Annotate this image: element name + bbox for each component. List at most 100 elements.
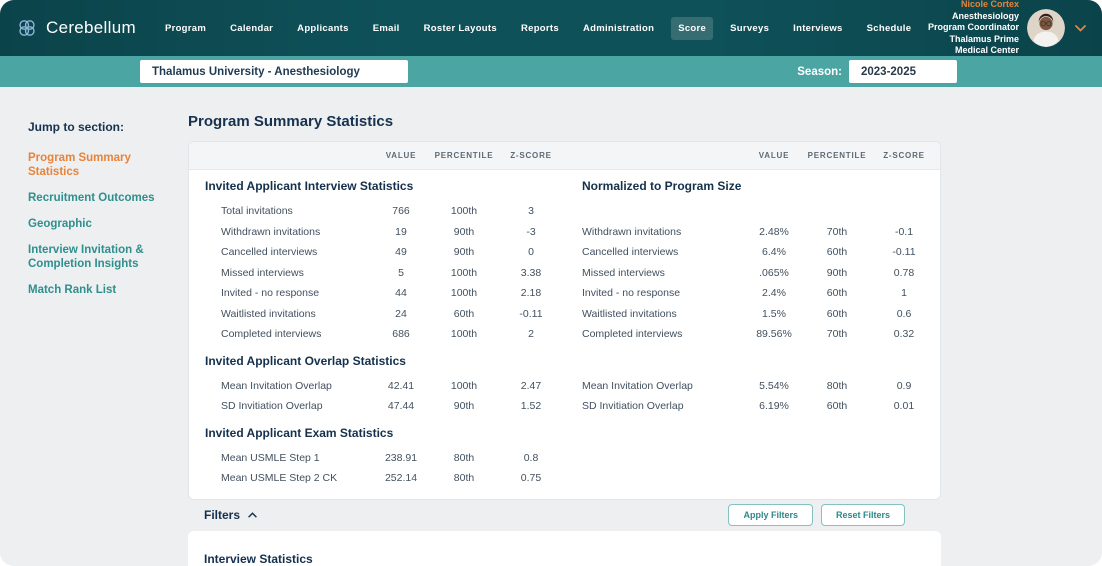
chevron-up-icon [248,512,257,518]
sidebar-item-program-summary-statistics[interactable]: Program Summary Statistics [28,151,178,179]
filters-toggle[interactable]: Filters [204,508,257,522]
column-header-percentile: PERCENTILE [806,151,868,160]
stat-zscore: 0.8 [495,452,567,464]
stat-percentile: 80th [433,452,495,464]
app-window: Cerebellum Program Calendar Applicants E… [0,0,1102,566]
nav-item-interviews[interactable]: Interviews [786,17,849,40]
stat-percentile: 60th [433,308,495,320]
stat-row: SD Invitiation Overlap 6.19% 60th 0.01 [567,396,940,417]
column-header-percentile: PERCENTILE [433,151,495,160]
stat-value: 1.5% [742,308,806,320]
filters-bar: Filters Apply Filters Reset Filters [188,502,941,529]
stat-percentile: 100th [433,287,495,299]
brand-home-link[interactable]: Cerebellum [16,17,136,39]
body-area: Jump to section: Program Summary Statist… [0,87,1102,566]
stat-value: 6.4% [742,246,806,258]
stat-label: Mean Invitation Overlap [567,380,742,392]
stat-percentile: 100th [433,380,495,392]
sidebar-links: Program Summary Statistics Recruitment O… [28,151,188,297]
apply-filters-button[interactable]: Apply Filters [728,504,813,526]
stat-row: SD Invitiation Overlap 47.44 90th 1.52 [189,396,567,417]
nav-item-applicants[interactable]: Applicants [290,17,356,40]
stat-row: Missed interviews .065% 90th 0.78 [567,263,940,284]
stat-label: Total invitations [189,205,369,217]
sidebar: Jump to section: Program Summary Statist… [0,87,188,566]
stat-zscore: 1 [868,287,940,299]
stat-label: Cancelled interviews [567,246,742,258]
stat-value: 238.91 [369,452,433,464]
stat-value: 5 [369,267,433,279]
stat-zscore: 0.75 [495,472,567,484]
stat-percentile: 90th [433,400,495,412]
stat-label: Withdrawn invitations [567,226,742,238]
stat-label: Waitlisted invitations [189,308,369,320]
stat-row: Completed interviews 686 100th 2 [189,324,567,345]
sidebar-item-interview-invitation-completion-insights[interactable]: Interview Invitation & Completion Insigh… [28,243,178,271]
stat-row: Mean Invitation Overlap 5.54% 80th 0.9 [567,376,940,397]
stat-zscore: 2 [495,328,567,340]
nav-item-program[interactable]: Program [158,17,213,40]
stat-row: Cancelled interviews 6.4% 60th -0.11 [567,242,940,263]
stat-zscore: 2.47 [495,380,567,392]
user-block: Nicole Cortex Anesthesiology Program Coo… [918,0,1086,57]
nav-item-surveys[interactable]: Surveys [723,17,776,40]
stat-value: 686 [369,328,433,340]
nav-item-reports[interactable]: Reports [514,17,566,40]
stat-percentile: 90th [433,246,495,258]
user-name: Nicole Cortex [918,0,1019,11]
sidebar-item-match-rank-list[interactable]: Match Rank List [28,283,178,297]
stat-row: Waitlisted invitations 1.5% 60th 0.6 [567,304,940,325]
stat-value: 24 [369,308,433,320]
user-role: Program Coordinator [918,22,1019,34]
stat-row: Missed interviews 5 100th 3.38 [189,263,567,284]
nav-item-calendar[interactable]: Calendar [223,17,280,40]
stat-row: Mean Invitation Overlap 42.41 100th 2.47 [189,376,567,397]
user-organization: Thalamus Prime Medical Center [918,34,1019,57]
stat-row: Cancelled interviews 49 90th 0 [189,242,567,263]
stat-row: Withdrawn invitations 2.48% 70th -0.1 [567,222,940,243]
stats-right-column: Normalized to Program Size Withdrawn inv… [567,170,940,489]
stat-percentile: 60th [806,308,868,320]
title-spacer [567,345,940,376]
nav-item-email[interactable]: Email [366,17,407,40]
stat-zscore: -3 [495,226,567,238]
nav-item-score[interactable]: Score [671,17,713,40]
stat-label: Cancelled interviews [189,246,369,258]
stat-value: .065% [742,267,806,279]
stat-value: 47.44 [369,400,433,412]
stat-label: Mean USMLE Step 2 CK [189,472,369,484]
stat-row: Mean USMLE Step 1 238.91 80th 0.8 [189,448,567,469]
stat-zscore: 0.9 [868,380,940,392]
stat-value: 19 [369,226,433,238]
stat-label: Completed interviews [189,328,369,340]
main-nav: Program Calendar Applicants Email Roster… [158,17,918,40]
stat-row: Waitlisted invitations 24 60th -0.11 [189,304,567,325]
stat-percentile: 80th [433,472,495,484]
avatar[interactable] [1027,9,1065,47]
stat-label: SD Invitiation Overlap [567,400,742,412]
stat-zscore: -0.1 [868,226,940,238]
sidebar-item-recruitment-outcomes[interactable]: Recruitment Outcomes [28,191,178,205]
chevron-down-icon[interactable] [1075,25,1086,32]
reset-filters-button[interactable]: Reset Filters [821,504,905,526]
stat-value: 5.54% [742,380,806,392]
stat-value: 2.4% [742,287,806,299]
nav-item-schedule[interactable]: Schedule [860,17,919,40]
column-header-band: VALUE PERCENTILE Z-SCORE VALUE PERCENTIL… [189,142,940,170]
nav-item-administration[interactable]: Administration [576,17,661,40]
sidebar-item-geographic[interactable]: Geographic [28,217,178,231]
stat-zscore: 0.01 [868,400,940,412]
stat-label: Missed interviews [189,267,369,279]
season-input[interactable] [849,60,957,83]
jump-to-section-title: Jump to section: [28,120,188,134]
stat-label: SD Invitiation Overlap [189,400,369,412]
stat-zscore: 0.32 [868,328,940,340]
column-header-value: VALUE [369,151,433,160]
stat-zscore: 2.18 [495,287,567,299]
interview-statistics-section: Interview Statistics [188,531,941,566]
program-input[interactable] [140,60,408,83]
nav-item-roster-layouts[interactable]: Roster Layouts [417,17,504,40]
stat-label: Waitlisted invitations [567,308,742,320]
section-title-exam-statistics: Invited Applicant Exam Statistics [189,417,567,448]
stat-zscore: -0.11 [495,308,567,320]
